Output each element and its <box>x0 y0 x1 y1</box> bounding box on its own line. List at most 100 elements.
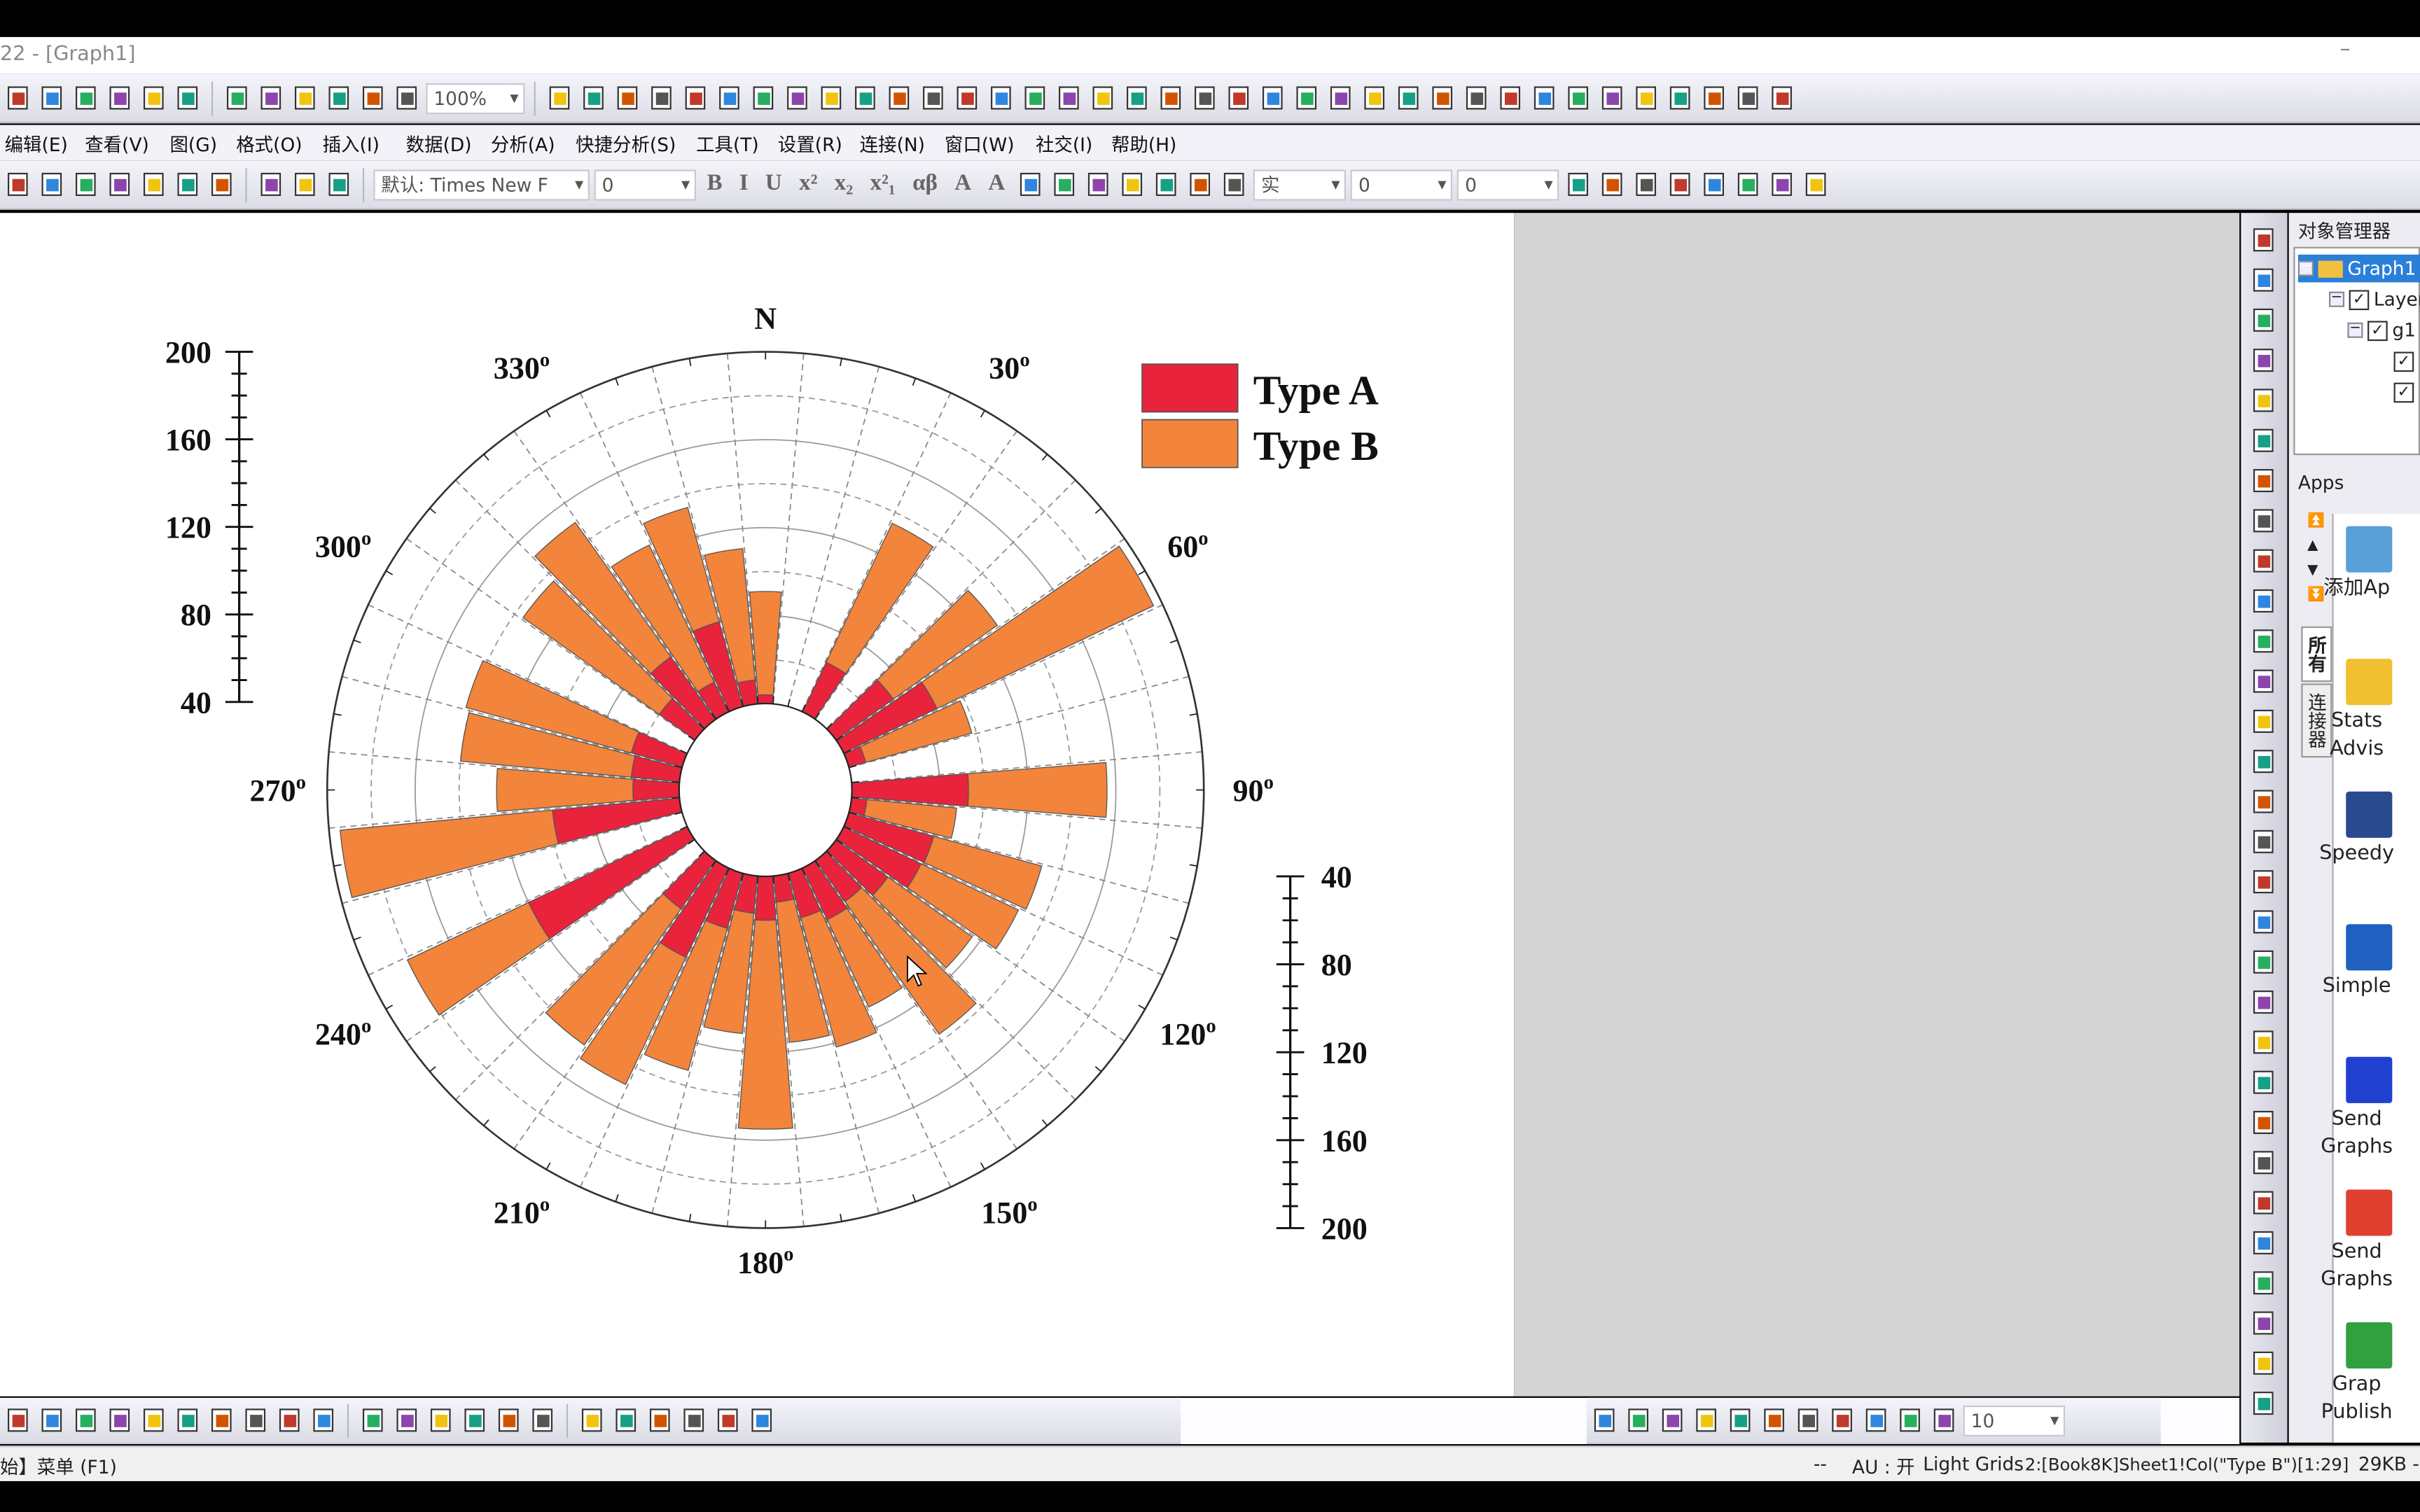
stats-icon[interactable] <box>1054 83 1083 113</box>
filter-icon[interactable] <box>1258 83 1287 113</box>
graph-tool-icon[interactable] <box>2248 626 2278 656</box>
recalculate-icon[interactable] <box>358 83 387 113</box>
app-item[interactable]: Grap Publish <box>2303 1322 2411 1427</box>
collapse-icon[interactable]: − <box>2347 322 2363 338</box>
duplicate-icon[interactable] <box>105 169 134 199</box>
contour-icon[interactable] <box>460 1406 489 1435</box>
sum-icon[interactable] <box>1020 83 1050 113</box>
top-icon[interactable] <box>1725 1406 1755 1435</box>
graph-tool-icon[interactable] <box>2248 1268 2278 1298</box>
font-color-icon[interactable] <box>1084 169 1113 199</box>
collapse-icon[interactable]: − <box>2297 260 2314 276</box>
menu-item[interactable]: 插入(I) <box>323 131 380 157</box>
collapse-icon[interactable]: − <box>2328 290 2345 307</box>
menu-item[interactable]: 查看(V) <box>85 131 149 157</box>
column-icon[interactable] <box>105 1406 134 1435</box>
none-icon[interactable] <box>1496 83 1525 113</box>
right-arrow2-icon[interactable] <box>1767 83 1797 113</box>
checkbox-checked-icon[interactable]: ✓ <box>2349 289 2370 309</box>
y-icon[interactable] <box>1393 83 1423 113</box>
line-width-combo[interactable]: 0 <box>1350 169 1453 200</box>
align-top-icon[interactable] <box>1793 1406 1823 1435</box>
graph-tool-icon[interactable] <box>2248 666 2278 696</box>
right-arrow-icon[interactable] <box>1733 83 1762 113</box>
app-item[interactable]: Send Graphs <box>2303 1189 2411 1294</box>
layout-b-icon[interactable] <box>611 1406 641 1435</box>
graph-tool-icon[interactable] <box>2248 907 2278 937</box>
checkbox-checked-icon[interactable]: ✓ <box>2393 382 2414 402</box>
line-plot-icon[interactable] <box>71 83 100 113</box>
notes-icon[interactable] <box>918 83 947 113</box>
align-bottom-icon[interactable] <box>1828 1406 1857 1435</box>
tree-item-group[interactable]: − ✓ g1 <box>2347 316 2416 344</box>
fill-color-icon[interactable] <box>1118 169 1147 199</box>
format-button[interactable]: x₂ <box>835 172 853 197</box>
split-icon[interactable] <box>1224 83 1253 113</box>
swap-icon[interactable] <box>1665 83 1695 113</box>
graph-tool-icon[interactable] <box>2248 1068 2278 1097</box>
first-icon[interactable] <box>1529 83 1559 113</box>
bottom-icon[interactable] <box>1760 1406 1789 1435</box>
save-icon[interactable] <box>290 83 319 113</box>
surface-icon[interactable] <box>392 1406 422 1435</box>
graph-tool-icon[interactable] <box>2248 1389 2278 1418</box>
new-workbook-icon[interactable] <box>37 83 67 113</box>
menu-item[interactable]: 设置(R) <box>778 131 842 157</box>
line-icon[interactable] <box>3 1406 32 1435</box>
grid-icon[interactable] <box>1598 169 1627 199</box>
graph-tool-icon[interactable] <box>2248 1308 2278 1338</box>
bar-icon[interactable] <box>1122 83 1151 113</box>
table-icon[interactable] <box>884 83 914 113</box>
graph-tool-icon[interactable] <box>2248 1148 2278 1177</box>
graph-tool-icon[interactable] <box>2248 1348 2278 1378</box>
pattern-color-icon[interactable] <box>1152 169 1181 199</box>
tree-item-plot-b[interactable]: ✓ <box>2393 378 2414 406</box>
graph-tool-icon[interactable] <box>2248 265 2278 295</box>
polar-icon[interactable] <box>241 1406 270 1435</box>
app-item[interactable]: Simple <box>2303 924 2411 1001</box>
align-icon[interactable] <box>1016 169 1045 199</box>
prev-icon[interactable] <box>1564 83 1593 113</box>
merge-v-icon[interactable] <box>713 1406 742 1435</box>
format-button[interactable]: I <box>739 172 749 197</box>
graph-tool-icon[interactable] <box>2248 305 2278 335</box>
save-template-icon[interactable] <box>324 83 354 113</box>
error-bar-icon[interactable] <box>173 1406 202 1435</box>
print-icon[interactable] <box>545 83 574 113</box>
data-reader-icon[interactable] <box>850 83 879 113</box>
font-size-combo[interactable]: 0 <box>594 169 697 200</box>
format-button[interactable]: x² <box>799 172 817 197</box>
app-item[interactable]: 添加Ap <box>2303 526 2411 603</box>
export-icon[interactable] <box>1802 169 1831 199</box>
merge-graph-icon[interactable] <box>37 169 67 199</box>
face-icon[interactable] <box>645 1406 674 1435</box>
checkbox-checked-icon[interactable]: ✓ <box>2367 320 2388 341</box>
format-button[interactable]: U <box>765 172 782 197</box>
z-icon[interactable] <box>1428 83 1457 113</box>
graph-tool-icon[interactable] <box>2248 867 2278 897</box>
format-button[interactable]: A <box>954 172 971 197</box>
3d-icon[interactable] <box>358 1406 387 1435</box>
format-button[interactable]: αβ <box>912 172 938 197</box>
brightness-icon[interactable] <box>1220 169 1249 199</box>
hierarchy-icon[interactable] <box>782 83 812 113</box>
up-icon[interactable] <box>1657 1406 1687 1435</box>
image-icon[interactable] <box>613 83 642 113</box>
area-icon[interactable] <box>207 1406 236 1435</box>
add-plot-icon[interactable] <box>139 169 168 199</box>
wire-icon[interactable] <box>426 1406 455 1435</box>
app-item[interactable]: Speedy <box>2303 791 2411 869</box>
add-layer-icon[interactable] <box>3 169 32 199</box>
spacing-icon[interactable] <box>679 1406 709 1435</box>
refresh-icon[interactable] <box>207 169 236 199</box>
paste-icon[interactable] <box>324 169 354 199</box>
split-v-icon[interactable] <box>747 1406 777 1435</box>
import-icon[interactable] <box>256 83 286 113</box>
graph-tool-icon[interactable] <box>2248 787 2278 816</box>
statistics-icon[interactable] <box>139 1406 168 1435</box>
graph-tool-icon[interactable] <box>2248 225 2278 255</box>
candlestick-icon[interactable] <box>274 1406 304 1435</box>
graph-tool-icon[interactable] <box>2248 1108 2278 1138</box>
format-button[interactable]: B <box>707 172 722 197</box>
arrow-icon[interactable] <box>1734 169 1763 199</box>
